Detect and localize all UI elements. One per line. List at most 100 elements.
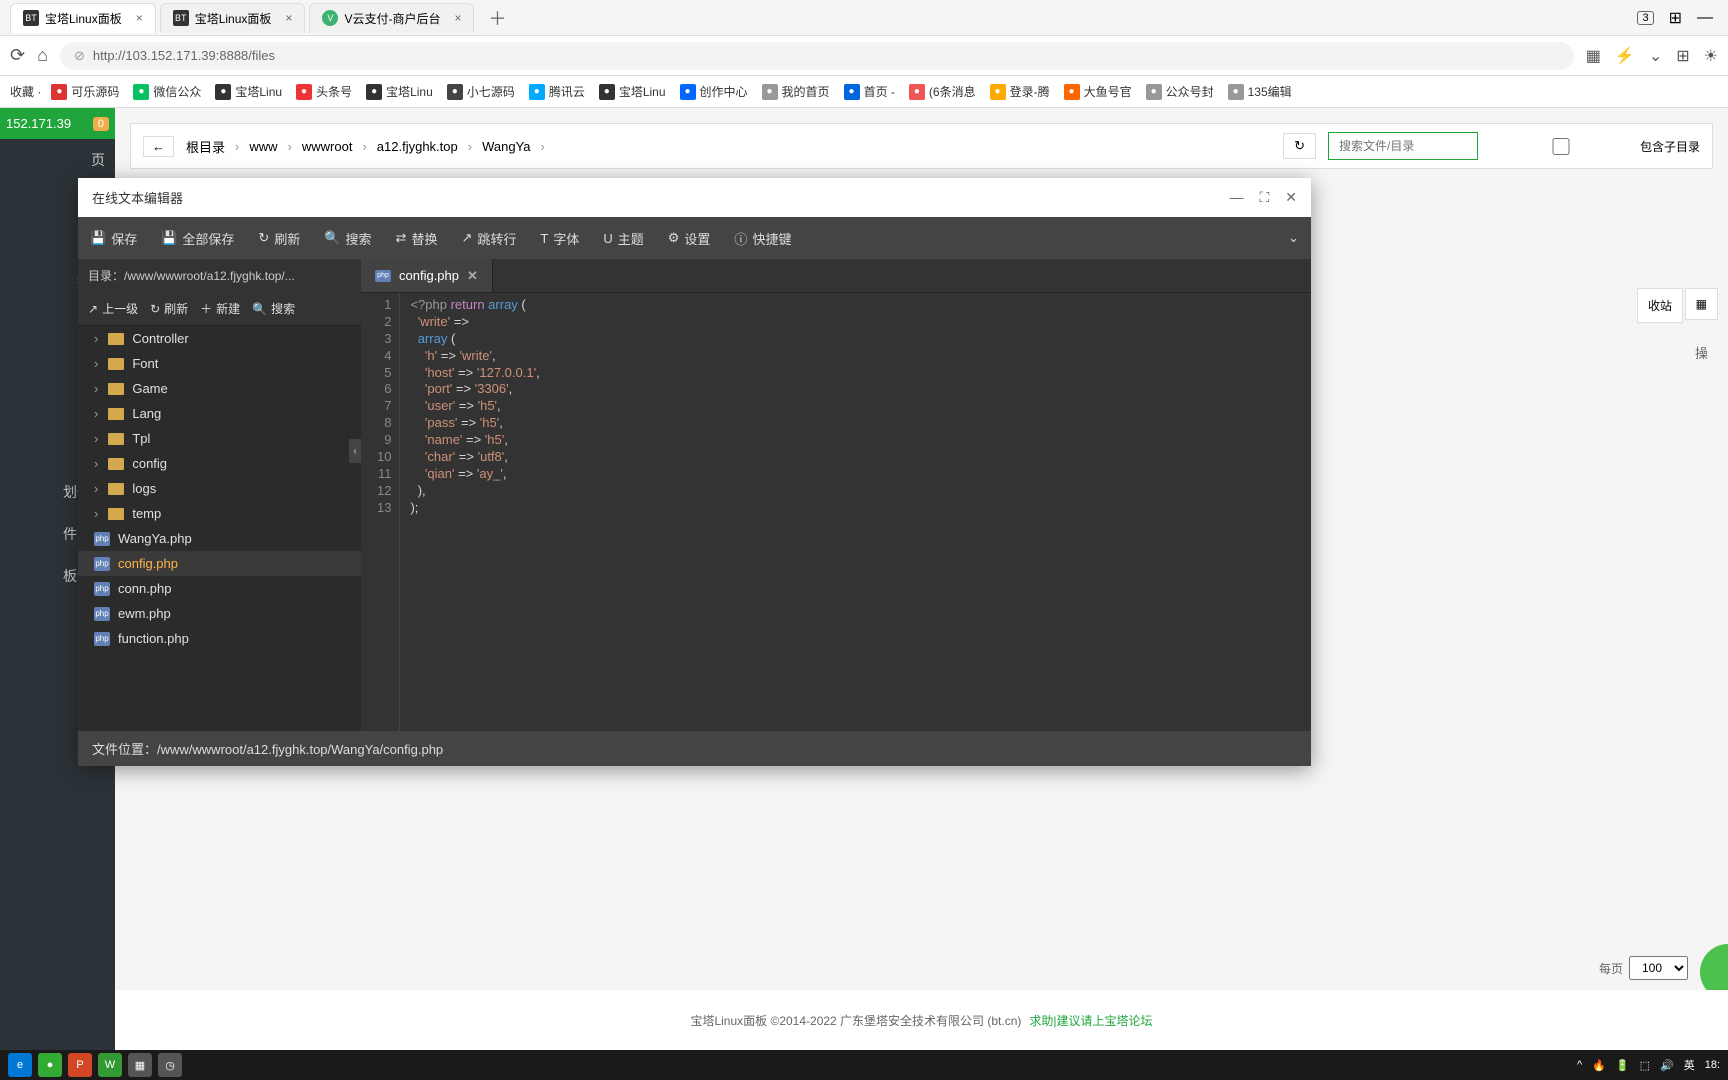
editor-action-新建[interactable]: ＋新建 xyxy=(200,300,240,317)
editor-titlebar[interactable]: 在线文本编辑器 — ⛶ ✕ xyxy=(78,178,1311,217)
editor-tab-config[interactable]: php config.php ✕ xyxy=(361,259,493,292)
tray-item[interactable]: 🔥 xyxy=(1592,1059,1606,1072)
editor-action-刷新[interactable]: ↻刷新 xyxy=(150,300,188,317)
bookmark-item[interactable]: ●135编辑 xyxy=(1228,83,1292,100)
back-button[interactable]: ← xyxy=(143,136,174,157)
url-input[interactable]: ⊘ http://103.152.171.39:8888/files xyxy=(60,42,1574,70)
toolbar-快捷键[interactable]: ⓘ快捷键 xyxy=(734,229,791,248)
toolbar-替换[interactable]: ⇄替换 xyxy=(396,229,438,248)
sidebar-item[interactable]: 页 xyxy=(0,139,115,181)
browser-tab[interactable]: BT宝塔Linux面板× xyxy=(10,3,156,33)
search-input[interactable] xyxy=(1328,132,1478,160)
bookmark-item[interactable]: ●腾讯云 xyxy=(529,83,585,100)
tree-item-Font[interactable]: Font xyxy=(78,351,361,376)
close-tab-icon[interactable]: × xyxy=(285,11,292,25)
qr-icon[interactable]: ▦ xyxy=(1586,46,1601,66)
bookmark-item[interactable]: ●(6条消息 xyxy=(909,83,976,100)
bookmark-item[interactable]: ●大鱼号官 xyxy=(1064,83,1132,100)
forum-link[interactable]: 求助|建议请上宝塔论坛 xyxy=(1029,1012,1152,1029)
include-subdir-checkbox[interactable]: 包含子目录 xyxy=(1486,138,1700,155)
bolt-icon[interactable]: ⚡ xyxy=(1615,46,1635,66)
per-page-selector[interactable]: 每页 100 xyxy=(1599,956,1688,980)
breadcrumb-item[interactable]: 根目录 xyxy=(186,137,225,156)
recycle-button[interactable]: 收站 xyxy=(1637,288,1683,323)
toolbar-字体[interactable]: T字体 xyxy=(540,229,579,248)
task-edge[interactable]: e xyxy=(8,1053,32,1077)
reload-button[interactable]: ↻ xyxy=(1283,133,1316,159)
tree-item-ewm.php[interactable]: phpewm.php xyxy=(78,601,361,626)
bookmark-item[interactable]: ●首页 - xyxy=(844,83,895,100)
close-button[interactable]: ✕ xyxy=(1285,189,1297,206)
toolbar-主题[interactable]: U主题 xyxy=(603,229,643,248)
bookmark-item[interactable]: ●公众号封 xyxy=(1146,83,1214,100)
toolbar-保存[interactable]: 💾保存 xyxy=(90,229,137,248)
apps-icon[interactable]: ⊞ xyxy=(1676,46,1689,66)
bookmark-item[interactable]: ●我的首页 xyxy=(762,83,830,100)
bookmark-item[interactable]: ●登录-腾 xyxy=(990,83,1050,100)
close-tab-icon[interactable]: × xyxy=(454,11,461,25)
tray-item[interactable]: 英 xyxy=(1684,1057,1695,1073)
toolbar-more-icon[interactable]: ⌄ xyxy=(1288,230,1299,246)
tree-item-Tpl[interactable]: Tpl xyxy=(78,426,361,451)
maximize-button[interactable]: ⛶ xyxy=(1259,189,1269,206)
toolbar-刷新[interactable]: ↻刷新 xyxy=(258,229,300,248)
tree-item-WangYa.php[interactable]: phpWangYa.php xyxy=(78,526,361,551)
bookmark-item[interactable]: ●小七源码 xyxy=(447,83,515,100)
task-wechat[interactable]: ● xyxy=(38,1053,62,1077)
breadcrumb-item[interactable]: WangYa xyxy=(482,139,530,154)
chevron-down-icon[interactable]: ⌄ xyxy=(1649,46,1662,66)
tree-item-temp[interactable]: temp xyxy=(78,501,361,526)
breadcrumb-item[interactable]: wwwroot xyxy=(302,139,353,154)
task-app2[interactable]: ◷ xyxy=(158,1053,182,1077)
bookmark-item[interactable]: ●宝塔Linu xyxy=(215,83,282,100)
tray-item[interactable]: ^ xyxy=(1577,1059,1582,1071)
task-app1[interactable]: ▦ xyxy=(128,1053,152,1077)
task-wx[interactable]: W xyxy=(98,1053,122,1077)
sidebar-header[interactable]: 152.171.39 0 xyxy=(0,108,115,139)
browser-tab[interactable]: BT宝塔Linux面板× xyxy=(160,3,306,33)
tray-item[interactable]: 🔋 xyxy=(1616,1059,1630,1072)
tree-item-conn.php[interactable]: phpconn.php xyxy=(78,576,361,601)
bookmark-folder[interactable]: 收藏 · xyxy=(10,83,41,100)
tree-item-config.php[interactable]: phpconfig.php xyxy=(78,551,361,576)
theme-icon[interactable]: ☀ xyxy=(1704,46,1718,66)
editor-action-上一级[interactable]: ↗上一级 xyxy=(88,300,138,317)
fold-panel-button[interactable]: ‹ xyxy=(349,439,361,463)
editor-action-搜索[interactable]: 🔍搜索 xyxy=(252,300,295,317)
tree-item-Game[interactable]: Game xyxy=(78,376,361,401)
tray-item[interactable]: 18: xyxy=(1705,1059,1720,1071)
bookmark-item[interactable]: ●创作中心 xyxy=(680,83,748,100)
bookmark-item[interactable]: ●宝塔Linu xyxy=(599,83,666,100)
toolbar-搜索[interactable]: 🔍搜索 xyxy=(324,229,371,248)
minimize-button[interactable]: — xyxy=(1229,189,1243,206)
tree-item-function.php[interactable]: phpfunction.php xyxy=(78,626,361,651)
breadcrumb-item[interactable]: www xyxy=(249,139,277,154)
bookmark-item[interactable]: ●微信公众 xyxy=(133,83,201,100)
minimize-icon[interactable]: — xyxy=(1697,9,1713,27)
grid-view-button[interactable]: ▦ xyxy=(1685,288,1718,320)
tray-item[interactable]: ⬚ xyxy=(1640,1059,1650,1072)
tree-item-config[interactable]: config xyxy=(78,451,361,476)
home-icon[interactable]: ⌂ xyxy=(37,45,48,66)
tree-item-Controller[interactable]: Controller xyxy=(78,326,361,351)
close-tab-icon[interactable]: × xyxy=(136,11,143,25)
task-ppt[interactable]: P xyxy=(68,1053,92,1077)
reload-icon[interactable]: ⟳ xyxy=(10,45,25,66)
breadcrumb-item[interactable]: a12.fjyghk.top xyxy=(377,139,458,154)
code-editor[interactable]: 12345678910111213 <?php return array ( '… xyxy=(361,293,1311,731)
extensions-icon[interactable]: ⊞ xyxy=(1669,8,1682,28)
new-tab-button[interactable]: ＋ xyxy=(478,1,516,35)
bookmark-item[interactable]: ●宝塔Linu xyxy=(366,83,433,100)
tray-item[interactable]: 🔊 xyxy=(1660,1059,1674,1072)
browser-tab[interactable]: VV云支付-商户后台× xyxy=(309,3,474,33)
site-info-icon[interactable]: ⊘ xyxy=(74,48,85,64)
toolbar-跳转行[interactable]: ↗跳转行 xyxy=(461,229,516,248)
toolbar-全部保存[interactable]: 💾全部保存 xyxy=(161,229,234,248)
bookmark-item[interactable]: ●头条号 xyxy=(296,83,352,100)
tree-item-Lang[interactable]: Lang xyxy=(78,401,361,426)
tab-count-badge[interactable]: 3 xyxy=(1637,11,1653,25)
tree-item-logs[interactable]: logs xyxy=(78,476,361,501)
close-tab-icon[interactable]: ✕ xyxy=(467,268,478,284)
toolbar-设置[interactable]: ⚙设置 xyxy=(668,229,711,248)
bookmark-item[interactable]: ●可乐源码 xyxy=(51,83,119,100)
